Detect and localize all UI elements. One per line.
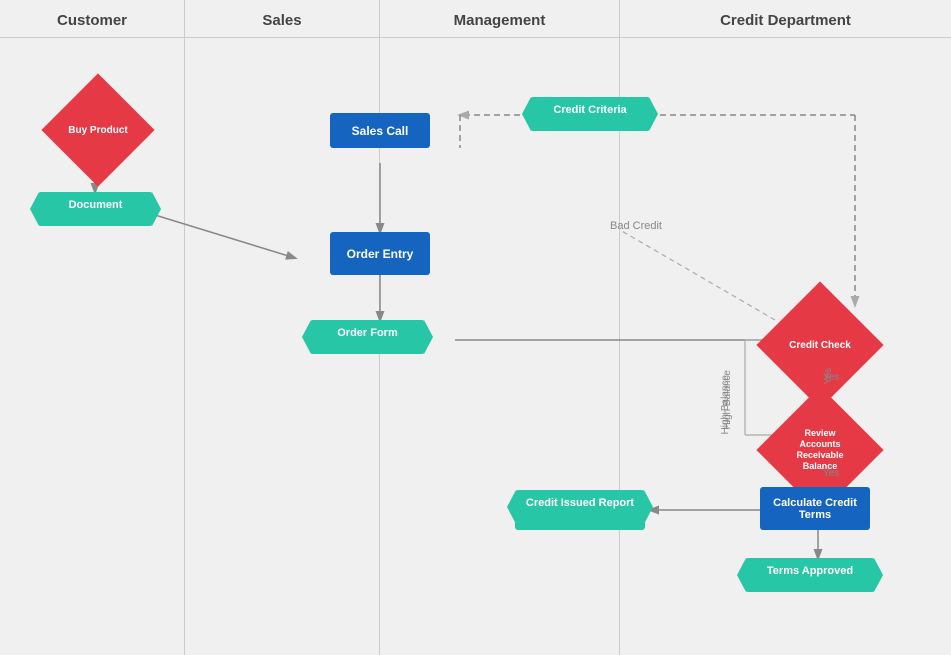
order-form-banner: Order Form	[310, 320, 425, 354]
order-entry-shape: Order Entry	[330, 232, 430, 275]
credit-issued-report-shape: Credit Issued Report	[515, 490, 645, 530]
sales-call-shape: Sales Call	[330, 113, 430, 148]
lane-header-management: Management	[380, 0, 619, 38]
buy-product-shape: Buy Product	[58, 90, 138, 170]
order-form-shape: Order Form	[310, 320, 425, 354]
credit-criteria-label: Credit Criteria	[553, 104, 626, 116]
credit-issued-report-label: Credit Issued Report	[526, 497, 634, 509]
document-banner: Document	[38, 192, 153, 226]
credit-check-label: Credit Check	[785, 340, 855, 351]
credit-criteria-banner: Credit Criteria	[530, 97, 650, 131]
lane-header-customer: Customer	[0, 0, 184, 38]
document-shape: Document	[38, 192, 153, 226]
order-entry-label: Order Entry	[347, 247, 414, 261]
buy-product-label: Buy Product	[66, 125, 131, 136]
document-label: Document	[69, 199, 123, 211]
terms-approved-label: Terms Approved	[767, 565, 853, 577]
credit-issued-report-banner: Credit Issued Report	[515, 490, 645, 530]
high-balance-text: High Balance	[722, 370, 733, 429]
terms-approved-shape: Terms Approved	[745, 558, 875, 592]
review-ar-shape: Review Accounts Receivable Balance	[775, 405, 865, 495]
terms-approved-banner: Terms Approved	[745, 558, 875, 592]
sales-call-label: Sales Call	[352, 124, 409, 138]
review-ar-label: Review Accounts Receivable Balance	[784, 428, 856, 471]
yes1-text: Yes	[823, 372, 839, 383]
diagram-container: Customer Sales Management Credit Departm…	[0, 0, 951, 655]
credit-check-shape: Credit Check	[775, 300, 865, 390]
order-form-label: Order Form	[337, 327, 398, 339]
lane-header-credit: Credit Department	[620, 0, 951, 38]
yes2-text: Yes	[823, 468, 839, 479]
calculate-credit-terms-label: Calculate Credit Terms	[770, 497, 860, 521]
calculate-credit-terms-shape: Calculate Credit Terms	[760, 487, 870, 530]
bad-credit-label: Bad Credit	[610, 220, 662, 232]
lane-header-sales: Sales	[185, 0, 379, 38]
credit-criteria-shape: Credit Criteria	[530, 97, 650, 131]
